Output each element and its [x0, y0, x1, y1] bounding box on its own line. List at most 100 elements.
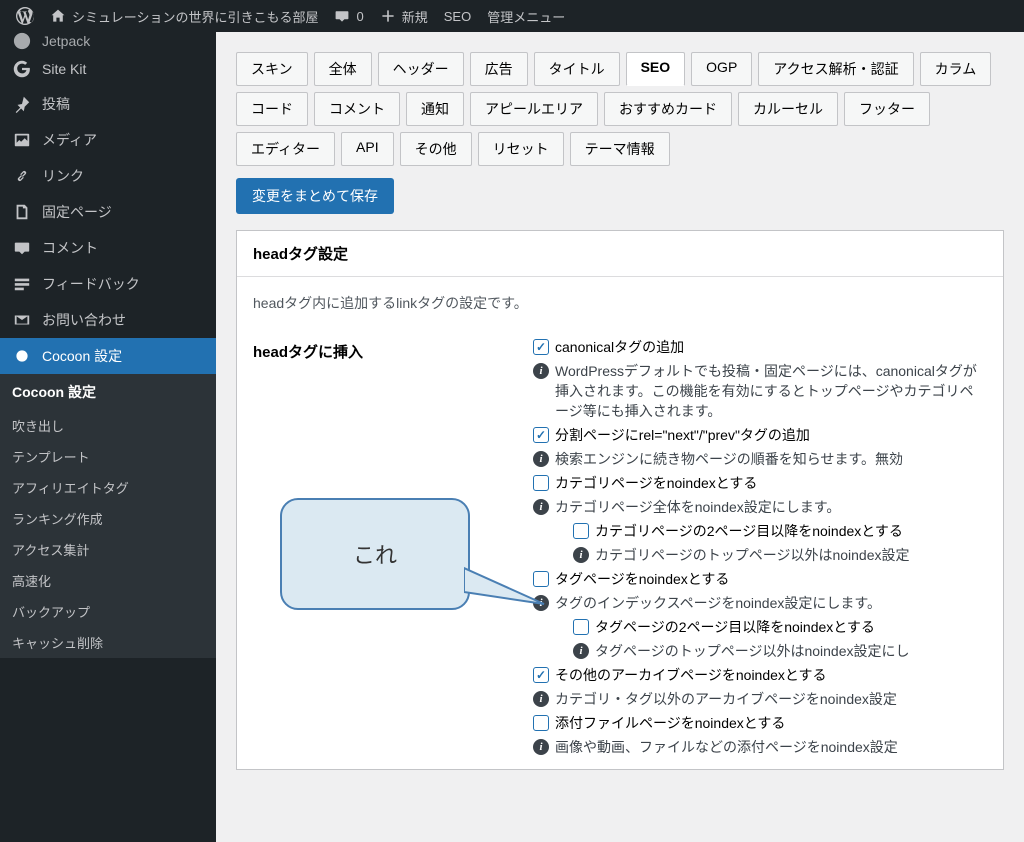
tab-全体[interactable]: 全体	[314, 52, 372, 86]
sidebar-label: フィードバック	[42, 274, 140, 294]
callout-text: これ	[353, 538, 397, 570]
wordpress-logo[interactable]	[8, 7, 42, 25]
info-line: i画像や動画、ファイルなどの添付ページをnoindex設定	[533, 737, 987, 757]
info-line: i カテゴリページ全体をnoindex設定にします。	[533, 497, 987, 517]
checkbox[interactable]	[573, 523, 589, 539]
checkbox[interactable]	[533, 715, 549, 731]
home-icon	[50, 8, 66, 24]
sidebar-item-jetpack[interactable]: Jetpack	[0, 32, 216, 52]
tab-タイトル[interactable]: タイトル	[534, 52, 620, 86]
sidebar-item-posts[interactable]: 投稿	[0, 86, 216, 122]
tab-フッター[interactable]: フッター	[844, 92, 930, 126]
callout-bubble: これ	[280, 498, 470, 610]
seo-link[interactable]: SEO	[436, 9, 479, 24]
checkbox-line: カテゴリページをnoindexとする	[533, 473, 987, 493]
checkbox-line: その他のアーカイブページをnoindexとする	[533, 665, 987, 685]
sidebar-label: 固定ページ	[42, 202, 112, 222]
site-link[interactable]: シミュレーションの世界に引きこもる部屋	[42, 7, 326, 26]
checkbox-line: 添付ファイルページをnoindexとする	[533, 713, 987, 733]
info-text: カテゴリページ全体をnoindex設定にします。	[555, 497, 840, 517]
info-line: iカテゴリページのトップページ以外はnoindex設定	[573, 545, 987, 565]
sidebar-item-links[interactable]: リンク	[0, 158, 216, 194]
tab-その他[interactable]: その他	[400, 132, 472, 166]
tab-OGP[interactable]: OGP	[691, 52, 752, 86]
tab-アピールエリア[interactable]: アピールエリア	[470, 92, 598, 126]
tab-おすすめカード[interactable]: おすすめカード	[604, 92, 732, 126]
info-line: iカテゴリ・タグ以外のアーカイブページをnoindex設定	[533, 689, 987, 709]
admin-menu-link[interactable]: 管理メニュー	[479, 7, 573, 26]
sidebar-item-media[interactable]: メディア	[0, 122, 216, 158]
tab-コード[interactable]: コード	[236, 92, 308, 126]
checkbox-label: タグページをnoindexとする	[555, 569, 729, 589]
checkbox-line: タグページの2ページ目以降をnoindexとする	[573, 617, 987, 637]
save-button[interactable]: 変更をまとめて保存	[236, 178, 394, 214]
tab-通知[interactable]: 通知	[406, 92, 464, 126]
sidebar-item-pages[interactable]: 固定ページ	[0, 194, 216, 230]
new-label: 新規	[402, 7, 428, 26]
checkbox[interactable]	[533, 427, 549, 443]
checkbox[interactable]	[533, 667, 549, 683]
info-icon: i	[533, 499, 549, 515]
plus-icon	[380, 8, 396, 24]
tab-アクセス解析・認証[interactable]: アクセス解析・認証	[758, 52, 913, 86]
tab-API[interactable]: API	[341, 132, 394, 166]
info-line: iタグのインデックスページをnoindex設定にします。	[533, 593, 987, 613]
sidebar: Jetpack Site Kit 投稿 メディア リンク 固定ページ コメン	[0, 32, 216, 842]
tab-コメント[interactable]: コメント	[314, 92, 400, 126]
panel-title: headタグ設定	[237, 231, 1003, 277]
info-icon: i	[533, 691, 549, 707]
link-icon	[12, 167, 32, 185]
tab-リセット[interactable]: リセット	[478, 132, 564, 166]
tab-スキン[interactable]: スキン	[236, 52, 308, 86]
tab-エディター[interactable]: エディター	[236, 132, 335, 166]
info-line: iWordPressデフォルトでも投稿・固定ページには、canonicalタグが…	[533, 361, 987, 421]
submenu-item[interactable]: バックアップ	[0, 596, 216, 627]
submenu-item[interactable]: 高速化	[0, 565, 216, 596]
checkbox[interactable]	[573, 619, 589, 635]
comments-link[interactable]: 0	[326, 8, 371, 24]
submenu-title: Cocoon 設定	[0, 374, 216, 410]
comment-icon	[334, 8, 350, 24]
submenu-item[interactable]: テンプレート	[0, 441, 216, 472]
checkbox[interactable]	[533, 475, 549, 491]
sidebar-item-cocoon[interactable]: Cocoon 設定	[0, 338, 216, 374]
tab-カラム[interactable]: カラム	[920, 52, 992, 86]
sidebar-item-sitekit[interactable]: Site Kit	[0, 52, 216, 86]
submenu-item[interactable]: アフィリエイトタグ	[0, 472, 216, 503]
info-text: 検索エンジンに続き物ページの順番を知らせます。無効	[555, 449, 903, 469]
new-link[interactable]: 新規	[372, 7, 436, 26]
sidebar-label: メディア	[42, 130, 97, 150]
tab-カルーセル[interactable]: カルーセル	[738, 92, 838, 126]
checkbox-label: 添付ファイルページをnoindexとする	[555, 713, 785, 733]
submenu-item[interactable]: 吹き出し	[0, 410, 216, 441]
tab-SEO[interactable]: SEO	[626, 52, 686, 86]
checkbox-line: カテゴリページの2ページ目以降をnoindexとする	[573, 521, 987, 541]
sidebar-item-contact[interactable]: お問い合わせ	[0, 302, 216, 338]
checkbox-label: canonicalタグの追加	[555, 337, 684, 357]
pin-icon	[12, 95, 32, 113]
sidebar-label: リンク	[42, 166, 84, 186]
checkbox-label: 分割ページにrel="next"/"prev"タグの追加	[555, 425, 810, 445]
checkbox[interactable]	[533, 339, 549, 355]
submenu: Cocoon 設定 吹き出し テンプレート アフィリエイトタグ ランキング作成 …	[0, 374, 216, 658]
tab-ヘッダー[interactable]: ヘッダー	[378, 52, 464, 86]
checkbox-line: 分割ページにrel="next"/"prev"タグの追加	[533, 425, 987, 445]
page-icon	[12, 203, 32, 221]
tabs: スキン全体ヘッダー広告タイトルSEOOGPアクセス解析・認証カラムコードコメント…	[236, 52, 1004, 166]
info-icon: i	[533, 363, 549, 379]
info-icon: i	[573, 643, 589, 659]
submenu-item[interactable]: キャッシュ削除	[0, 627, 216, 658]
tab-テーマ情報[interactable]: テーマ情報	[570, 132, 670, 166]
sidebar-item-feedback[interactable]: フィードバック	[0, 266, 216, 302]
wordpress-icon	[16, 7, 34, 25]
mail-icon	[12, 311, 32, 329]
circle-icon	[12, 349, 32, 363]
tab-広告[interactable]: 広告	[470, 52, 528, 86]
submenu-item[interactable]: ランキング作成	[0, 503, 216, 534]
checkbox-line: canonicalタグの追加	[533, 337, 987, 357]
submenu-item[interactable]: アクセス集計	[0, 534, 216, 565]
info-icon: i	[573, 547, 589, 563]
checkbox-label: タグページの2ページ目以降をnoindexとする	[595, 617, 875, 637]
sidebar-item-comments[interactable]: コメント	[0, 230, 216, 266]
info-line: i検索エンジンに続き物ページの順番を知らせます。無効	[533, 449, 987, 469]
